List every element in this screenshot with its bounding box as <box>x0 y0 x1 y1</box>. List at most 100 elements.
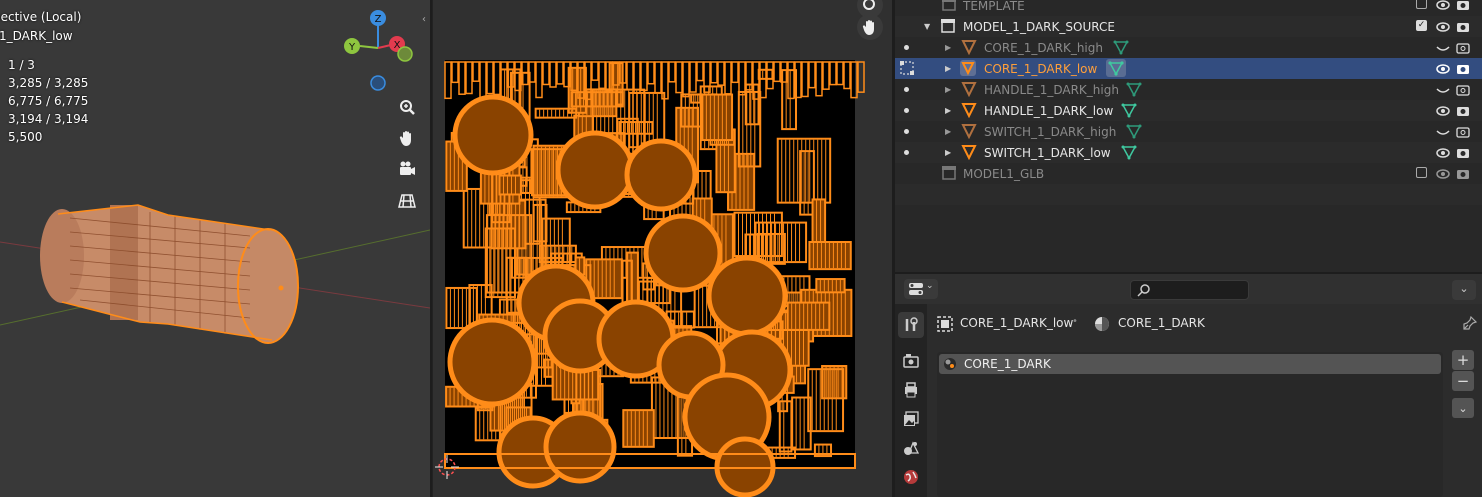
tab-tool[interactable] <box>898 312 924 338</box>
outliner-row-core-low[interactable]: ▶ CORE_1_DARK_low <box>895 58 1482 79</box>
mesh-data-icon[interactable] <box>1106 59 1126 77</box>
exclude-checkbox[interactable] <box>1416 167 1427 178</box>
camera-render-icon[interactable] <box>1456 104 1470 118</box>
camera-icon <box>400 161 415 175</box>
camera-render-icon[interactable] <box>1456 62 1470 76</box>
eye-icon[interactable] <box>1436 62 1450 76</box>
eye-icon[interactable] <box>1436 146 1450 160</box>
outliner-label: HANDLE_1_DARK_high <box>984 82 1119 97</box>
remove-material-slot-button[interactable]: − <box>1452 371 1474 391</box>
material-slot-item[interactable]: CORE_1_DARK <box>939 354 1441 374</box>
breadcrumb-separator: • <box>1072 316 1078 327</box>
wrench-screwdriver-icon <box>905 317 918 331</box>
eye-icon[interactable] <box>1436 167 1450 181</box>
camera-render-icon[interactable] <box>1456 146 1470 160</box>
uv-pan-button[interactable] <box>857 14 883 40</box>
uv-circle-island <box>643 213 723 293</box>
mesh-data-icon[interactable] <box>1126 81 1142 97</box>
collection-icon <box>942 0 956 11</box>
outliner[interactable]: TEMPLATE ▼ MODEL_1_DARK_SOURCE ✓ ▶ CORE_… <box>895 0 1482 272</box>
stat-vertices: 3,285 / 3,285 <box>8 76 89 90</box>
camera-render-off-icon[interactable] <box>1456 41 1470 55</box>
outliner-row-handle-low[interactable]: ▶ HANDLE_1_DARK_low <box>895 100 1482 121</box>
breadcrumb-material: CORE_1_DARK <box>1118 316 1205 330</box>
outliner-row-handle-high[interactable]: ▶ HANDLE_1_DARK_high <box>895 79 1482 100</box>
exclude-checkbox[interactable] <box>1416 0 1427 9</box>
viewport-object-name: _1_DARK_low <box>0 29 73 43</box>
eye-icon[interactable] <box>1436 0 1450 12</box>
options-dropdown-button[interactable]: ⌄ <box>1452 280 1476 300</box>
outliner-row-model-source[interactable]: ▼ MODEL_1_DARK_SOURCE ✓ <box>895 16 1482 37</box>
outliner-row-switch-low[interactable]: ▶ SWITCH_1_DARK_low <box>895 142 1482 163</box>
outliner-row-template[interactable]: TEMPLATE <box>895 0 1482 16</box>
uv-island <box>498 174 522 196</box>
expand-arrow-icon[interactable]: ▶ <box>945 148 951 157</box>
uv-circle-island <box>447 317 537 407</box>
camera-render-icon[interactable] <box>1456 0 1470 12</box>
tab-output[interactable] <box>898 377 924 403</box>
uv-island <box>808 240 852 271</box>
properties-editor[interactable]: ⌄ ⌄ CORE_1_DARK_low • CORE_1_DARK CORE_1… <box>895 274 1482 497</box>
uv-circle-island <box>706 255 788 337</box>
expand-arrow-icon[interactable]: ▶ <box>945 106 951 115</box>
eye-closed-icon[interactable] <box>1436 125 1450 139</box>
mesh-data-icon[interactable] <box>1121 102 1137 118</box>
uv-circle-island <box>452 94 534 176</box>
eye-closed-icon[interactable] <box>1436 83 1450 97</box>
printer-icon <box>905 382 917 398</box>
tab-scene[interactable] <box>898 435 924 461</box>
chevron-down-icon: ⌄ <box>926 281 934 291</box>
camera-render-off-icon[interactable] <box>1456 83 1470 97</box>
render-camera-icon <box>903 354 919 368</box>
selection-dot-icon <box>904 87 909 92</box>
tab-render[interactable] <box>898 348 924 374</box>
material-slot-list[interactable]: CORE_1_DARK <box>937 352 1443 497</box>
selection-dot-icon <box>904 108 909 113</box>
collapse-arrow-icon[interactable]: ‹ <box>422 14 432 30</box>
perspective-toggle-button[interactable] <box>394 187 420 213</box>
expand-arrow-icon[interactable]: ▶ <box>945 127 951 136</box>
tab-world[interactable] <box>898 464 924 490</box>
material-specials-menu-button[interactable]: ⌄ <box>1452 398 1474 418</box>
outliner-row-switch-high[interactable]: ▶ SWITCH_1_DARK_high <box>895 121 1482 142</box>
camera-render-icon[interactable] <box>1456 20 1470 34</box>
expand-arrow-icon[interactable]: ▶ <box>945 43 951 52</box>
eye-closed-icon[interactable] <box>1436 41 1450 55</box>
expand-arrow-icon[interactable]: ▶ <box>945 64 951 73</box>
camera-view-button[interactable] <box>394 156 420 182</box>
mesh-data-icon[interactable] <box>1126 123 1142 139</box>
3d-viewport[interactable]: pective (Local) _1_DARK_low 1 / 3 3,285 … <box>0 0 430 497</box>
mesh-data-icon[interactable] <box>1113 39 1129 55</box>
expand-arrow-icon[interactable]: ▶ <box>945 85 951 94</box>
selection-dot-icon <box>904 129 909 134</box>
uv-editor[interactable] <box>432 0 892 497</box>
camera-render-icon[interactable] <box>1456 167 1470 181</box>
add-material-slot-button[interactable]: + <box>1452 350 1474 370</box>
include-checkbox[interactable]: ✓ <box>1416 20 1427 31</box>
expand-arrow-icon[interactable]: ▼ <box>924 22 930 31</box>
outliner-row-core-high[interactable]: ▶ CORE_1_DARK_high <box>895 37 1482 58</box>
eye-icon[interactable] <box>1436 104 1450 118</box>
image-layers-icon <box>904 411 919 426</box>
2d-cursor-icon[interactable] <box>435 455 459 479</box>
tab-view-layer[interactable] <box>898 406 924 432</box>
stat-objects: 1 / 3 <box>8 58 35 72</box>
camera-render-off-icon[interactable] <box>1456 125 1470 139</box>
uv-canvas[interactable] <box>433 0 892 497</box>
outliner-label: TEMPLATE <box>963 0 1025 13</box>
gizmo-z-label: Z <box>375 14 382 25</box>
mesh-object-icon <box>961 103 977 118</box>
mesh-object <box>40 204 299 344</box>
search-input[interactable] <box>1130 280 1249 300</box>
outliner-label: MODEL1_GLB <box>963 166 1045 181</box>
pan-button[interactable] <box>394 125 420 151</box>
navigation-gizmo[interactable]: Z X Y <box>340 6 420 96</box>
editor-type-menu[interactable]: ⌄ <box>904 279 938 299</box>
uv-circle-island <box>543 410 617 484</box>
outliner-row-model-glb[interactable]: MODEL1_GLB <box>895 163 1482 184</box>
eye-icon[interactable] <box>1436 20 1450 34</box>
material-ball-icon <box>944 358 956 370</box>
zoom-button[interactable] <box>394 94 420 120</box>
pin-icon[interactable] <box>1463 316 1477 330</box>
mesh-data-icon[interactable] <box>1121 144 1137 160</box>
